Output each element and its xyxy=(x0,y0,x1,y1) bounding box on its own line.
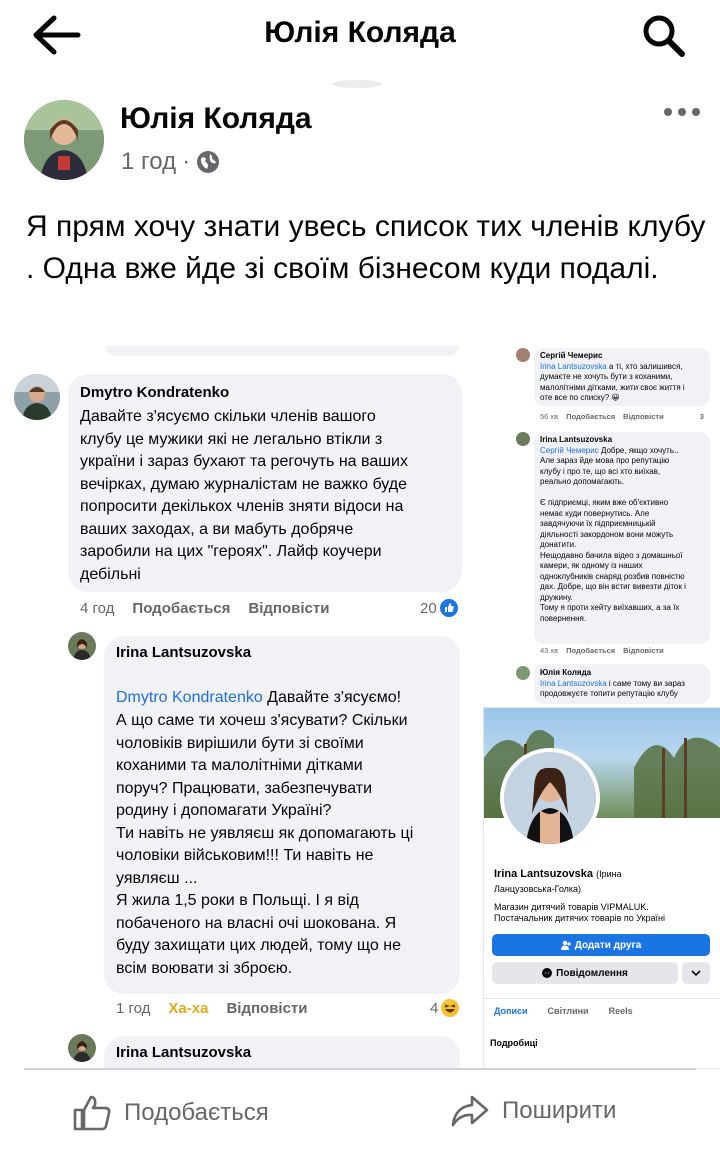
profile-name-text: Irina Lantsuzovska xyxy=(494,868,594,880)
globe-icon xyxy=(197,151,220,173)
reply-link-2[interactable]: Відповісти xyxy=(226,1000,307,1017)
like-button[interactable]: Подобається xyxy=(72,1094,269,1132)
haha-reaction-icon xyxy=(441,999,460,1017)
mini-like: Подобається xyxy=(566,412,616,421)
profile-avatar xyxy=(500,748,600,848)
scroll-indicator xyxy=(332,80,382,88)
reply-author-2[interactable]: Irina Lantsuzovska xyxy=(116,1044,251,1061)
post-time[interactable]: 1 год xyxy=(121,148,176,176)
mention-link[interactable]: Dmytro Kondratenko xyxy=(116,689,263,706)
mini-comment: Сергій Чемерис Irina Lantsuzovska а ті, … xyxy=(540,351,710,404)
profile-name: Irina Lantsuzovska (Ірина xyxy=(494,868,622,880)
mini-author-3: Юлія Коляда xyxy=(540,668,592,677)
comment-actions: 4 год Подобається Відповісти xyxy=(80,600,329,617)
mini-text-2: Добре, якщо хочуть.. Але зараз йде мова … xyxy=(540,445,686,623)
profile-name-alt: (Ірина xyxy=(596,869,622,879)
mini-like-2: Подобається xyxy=(566,646,616,655)
profile-card: Irina Lantsuzovska (Ірина Ланцузовська-Г… xyxy=(484,708,720,1068)
add-friend-icon xyxy=(560,940,571,950)
tab-reels: Reels xyxy=(608,1006,633,1016)
reply-photo-icon-2 xyxy=(68,1034,96,1062)
profile-details: Подробиці xyxy=(490,1038,538,1048)
reaction-number: 20 xyxy=(420,599,437,617)
comment-author[interactable]: Dmytro Kondratenko xyxy=(80,384,229,401)
reply-time: 1 год xyxy=(116,1000,151,1017)
action-bar: Подобається Поширити xyxy=(0,1070,720,1154)
more-options-icon[interactable] xyxy=(662,100,702,124)
mini-avatar-2 xyxy=(516,432,530,446)
profile-name-alt2: Ланцузовська-Голка) xyxy=(494,884,582,894)
post-meta: 1 год · xyxy=(121,148,220,176)
haha-link[interactable]: Ха-ха xyxy=(168,1000,208,1017)
messenger-icon xyxy=(542,968,553,978)
mini-comment-2: Irina Lantsuzovska Сергій Чемерис Добре,… xyxy=(540,435,710,624)
like-reaction-icon xyxy=(439,599,458,617)
reaction-count: 20 xyxy=(420,599,458,617)
post-header: Юлія Коляда 1 год · xyxy=(0,96,720,186)
add-friend-label: Додати друга xyxy=(574,939,642,951)
reply-reaction-count: 4 xyxy=(430,999,460,1017)
profile-tabs: Дописи Світлини Reels xyxy=(494,1006,633,1016)
mini-avatar-3 xyxy=(516,666,530,680)
share-button[interactable]: Поширити xyxy=(450,1094,616,1128)
page-title: Юлія Коляда xyxy=(264,16,456,49)
share-arrow-icon xyxy=(451,1095,489,1127)
reply-author[interactable]: Irina Lantsuzovska xyxy=(116,644,251,661)
author-avatar[interactable] xyxy=(24,100,104,180)
author-photo-icon xyxy=(24,100,104,180)
screen: Юлія Коляда Юлія Коляда 1 год · Я прям х… xyxy=(0,0,720,1154)
reply-text: А що саме ти хочеш з'ясувати? Скільки чо… xyxy=(116,712,414,977)
commenter-photo-icon xyxy=(14,374,60,420)
message-button: Повідомлення xyxy=(492,962,678,984)
message-label: Повідомлення xyxy=(556,967,628,979)
mini-actions-2: 43 хв Подобається Відповісти xyxy=(540,646,664,655)
profile-more-button xyxy=(682,962,710,984)
mention-tail: Давайте з'ясуємо! xyxy=(262,688,402,706)
mini-actions: 56 хв Подобається Відповісти 3 xyxy=(540,412,704,421)
profile-bio-line-2: Постачальник дитячих товарів по Україні xyxy=(494,913,665,923)
chevron-down-icon xyxy=(691,970,701,976)
mini-avatar xyxy=(516,348,530,362)
mini-time: 56 хв xyxy=(540,412,559,421)
mini-mention-2: Сергій Чемерис xyxy=(540,445,599,455)
top-bar: Юлія Коляда xyxy=(0,0,720,88)
share-label: Поширити xyxy=(502,1097,617,1124)
like-link[interactable]: Подобається xyxy=(132,600,230,617)
mini-author: Сергій Чемерис xyxy=(540,351,603,360)
comment-text: Давайте з'ясуємо скільки членів вашого к… xyxy=(80,408,408,583)
reply-avatar-2[interactable] xyxy=(68,1034,96,1062)
prev-comment-bubble xyxy=(104,346,460,356)
mini-mention-3: Irina Lantsuzovska xyxy=(540,678,607,688)
reply-mention-line: Dmytro Kondratenko Давайте з'ясуємо! xyxy=(116,664,456,709)
mini-time-2: 43 хв xyxy=(540,646,559,655)
reply-link[interactable]: Відповісти xyxy=(248,600,329,617)
add-friend-button: Додати друга xyxy=(492,934,710,956)
profile-separator xyxy=(484,998,720,999)
reply-reaction-number: 4 xyxy=(430,999,439,1017)
reply-avatar[interactable] xyxy=(68,632,96,660)
post-text: Я прям хочу знати увесь список тих члені… xyxy=(26,210,706,285)
author-name[interactable]: Юлія Коляда xyxy=(120,102,312,136)
like-label: Подобається xyxy=(124,1099,269,1126)
search-icon[interactable] xyxy=(640,12,688,58)
reply-photo-icon xyxy=(68,632,96,660)
mini-reply-2: Відповісти xyxy=(623,646,664,655)
tab-photos: Світлини xyxy=(547,1006,589,1016)
thumbs-up-icon xyxy=(73,1095,111,1131)
comment-time: 4 год xyxy=(80,600,115,617)
profile-bio-line-1: Магазин дитячий товарів VIPMALUK. xyxy=(494,902,649,912)
profile-bio: Магазин дитячий товарів VIPMALUK. Постач… xyxy=(494,902,714,924)
mini-reply: Відповісти xyxy=(623,412,664,421)
mini-author-2: Irina Lantsuzovska xyxy=(540,435,613,444)
mini-count: 3 xyxy=(699,412,704,421)
reply-actions: 1 год Ха-ха Відповісти xyxy=(116,1000,308,1017)
mini-comment-3: Юлія Коляда Irina Lantsuzovska і саме то… xyxy=(540,668,710,700)
meta-separator: · xyxy=(182,148,191,175)
profile-photo-icon xyxy=(504,752,596,844)
mini-mention: Irina Lantsuzovska xyxy=(540,361,607,371)
comment-avatar[interactable] xyxy=(14,374,60,420)
tab-posts: Дописи xyxy=(494,1006,528,1016)
